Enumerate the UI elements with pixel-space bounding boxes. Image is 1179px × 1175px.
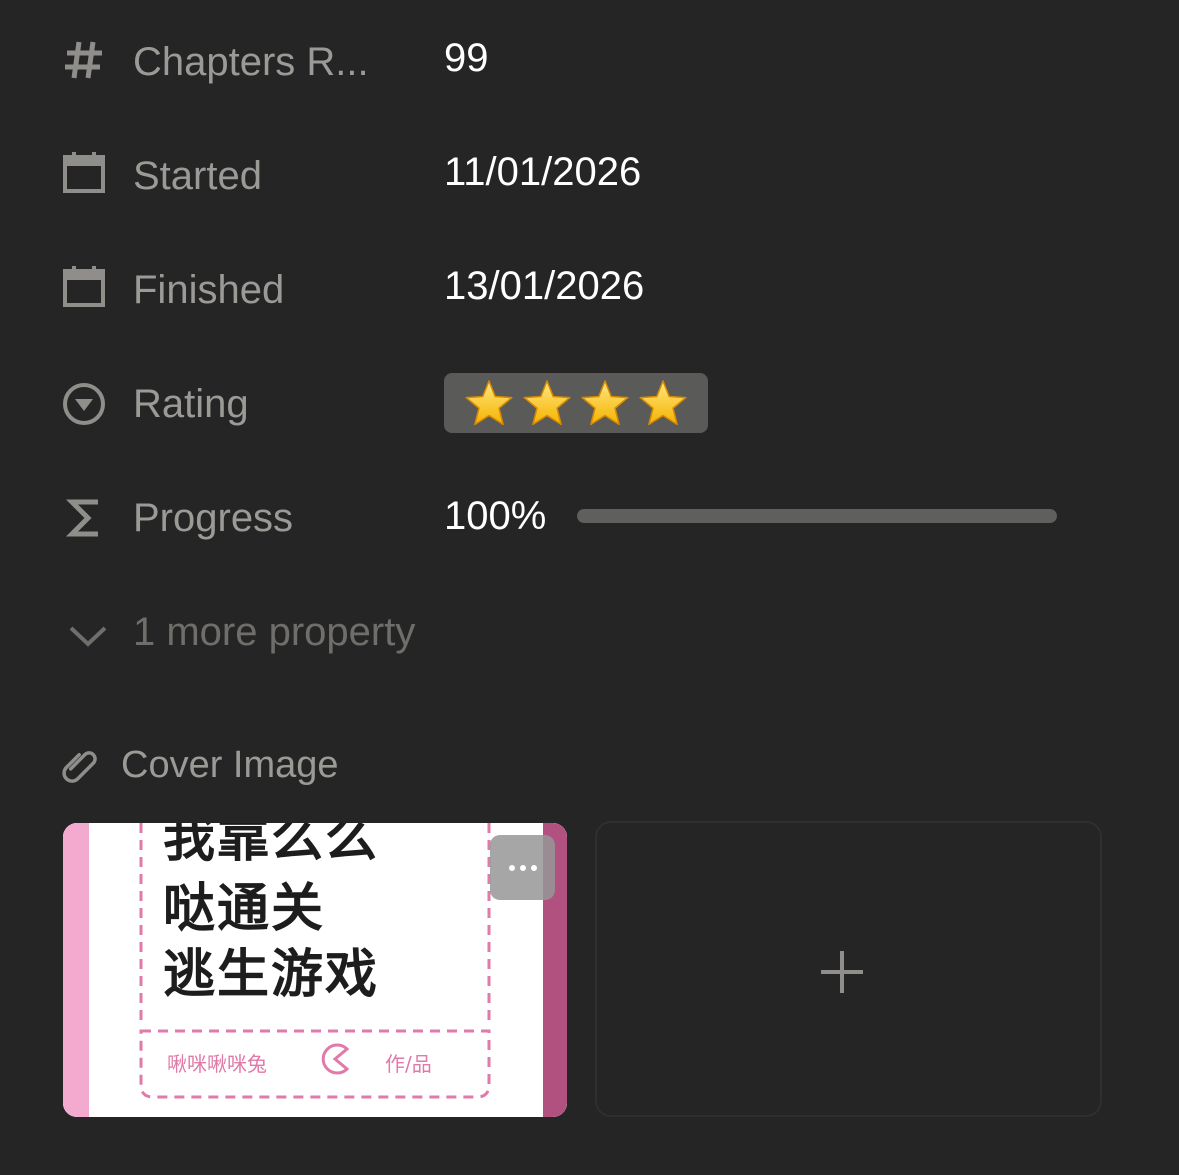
cover-title-line-2: 哒通关 — [163, 879, 326, 939]
cover-credit: 作/品 — [385, 1052, 432, 1076]
property-value[interactable]: 99 — [444, 34, 489, 82]
property-label: Chapters R... — [133, 40, 369, 84]
progress-bar — [577, 509, 1057, 523]
property-label: Finished — [133, 268, 285, 312]
add-image-button[interactable] — [595, 821, 1102, 1117]
rating-value[interactable] — [444, 373, 708, 433]
cover-image-label: Cover Image — [121, 744, 339, 786]
star-icon — [581, 380, 629, 426]
sigma-icon — [58, 492, 110, 544]
select-icon — [58, 378, 110, 430]
property-label: Rating — [133, 382, 249, 426]
page-properties-panel: Chapters R... 99 Started 11/01/2026 Fini… — [0, 0, 1179, 1175]
property-value[interactable]: 13/01/2026 — [444, 262, 644, 310]
ellipsis-icon[interactable] — [490, 835, 555, 900]
star-icon — [523, 380, 571, 426]
progress-bar-fill — [577, 509, 1057, 523]
plus-icon — [819, 949, 865, 995]
star-icon — [639, 380, 687, 426]
star-icon — [465, 380, 513, 426]
calendar-icon — [58, 148, 110, 200]
cover-title-line-3: 逃生游戏 — [163, 945, 380, 1005]
paperclip-icon — [60, 744, 104, 788]
property-started[interactable]: Started 11/01/2026 — [0, 134, 1179, 214]
progress-value: 100% — [444, 494, 547, 538]
property-chapters-read[interactable]: Chapters R... 99 — [0, 20, 1179, 100]
hash-icon — [58, 34, 110, 86]
property-finished[interactable]: Finished 13/01/2026 — [0, 248, 1179, 328]
property-value[interactable]: 11/01/2026 — [444, 148, 641, 196]
calendar-icon — [58, 262, 110, 314]
more-properties-label: 1 more property — [133, 610, 416, 654]
chevron-down-icon — [66, 620, 110, 650]
cover-author: 啾咪啾咪兔 — [167, 1052, 267, 1076]
property-label: Started — [133, 154, 262, 198]
property-label: Progress — [133, 496, 294, 540]
cover-title-line-1: 我靠么么 — [163, 823, 380, 869]
